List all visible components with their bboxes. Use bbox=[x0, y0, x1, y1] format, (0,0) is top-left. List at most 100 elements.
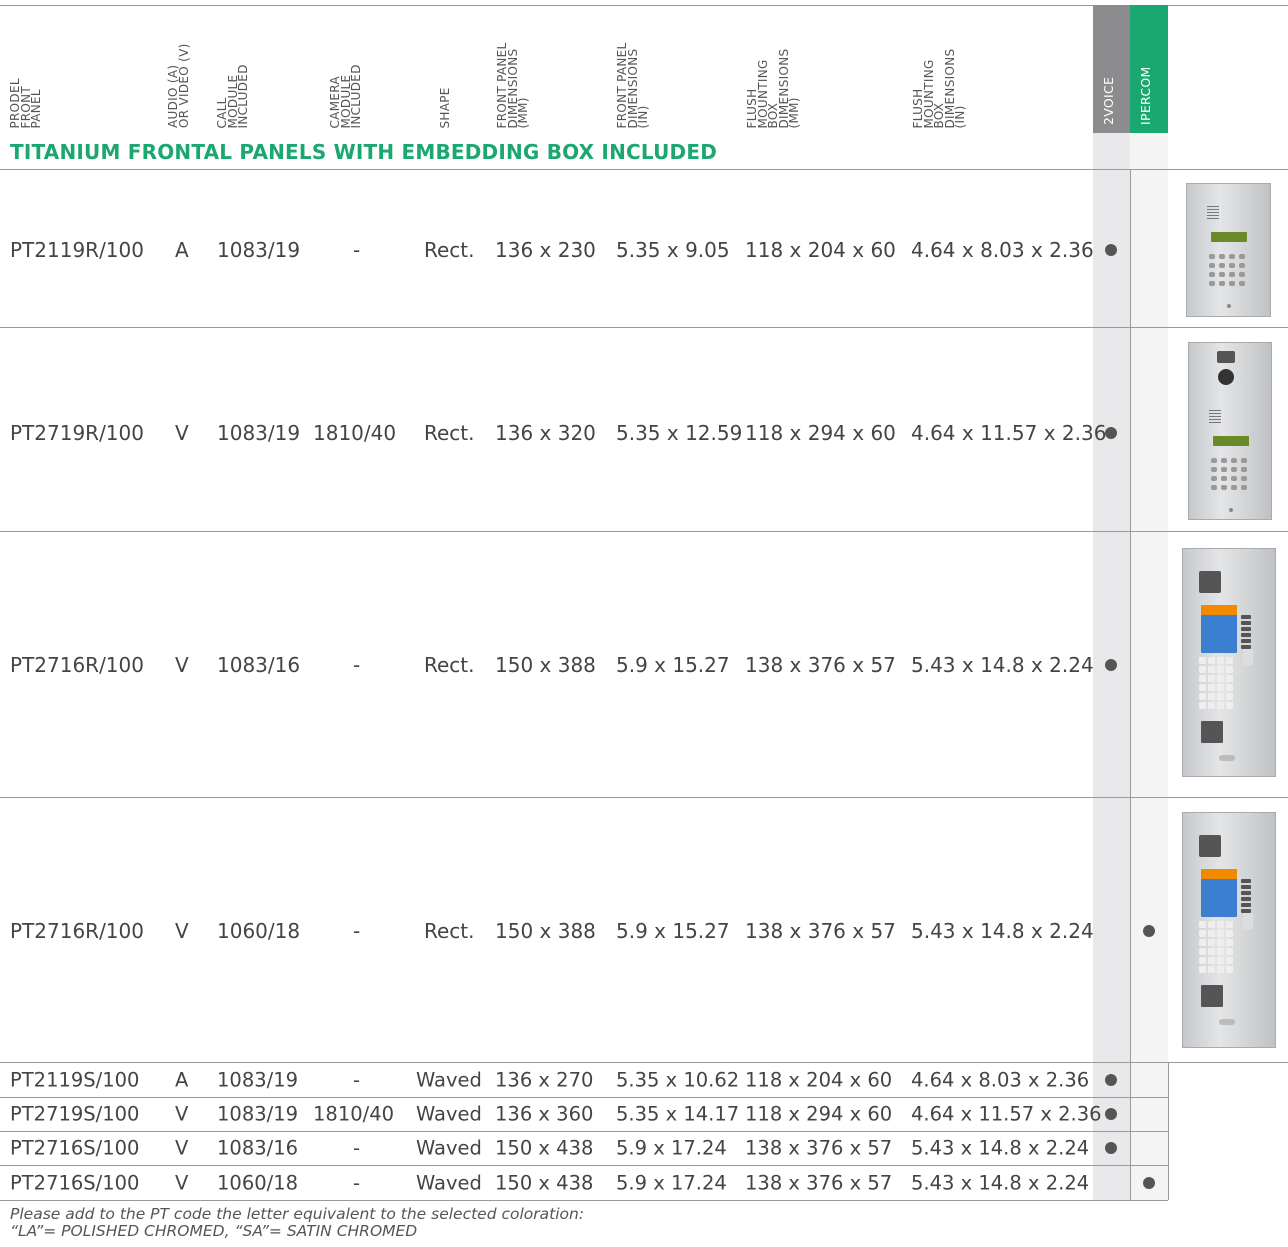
panel-detail bbox=[1217, 948, 1224, 955]
panel-detail bbox=[1199, 939, 1206, 946]
divider bbox=[0, 1097, 1168, 1098]
panel-audio-keypad-image bbox=[1186, 183, 1271, 317]
cell-call-module: 1083/16 bbox=[217, 653, 301, 677]
panel-detail bbox=[1221, 467, 1227, 472]
cell-shape: Waved bbox=[416, 1136, 482, 1160]
cell-call-module: 1083/19 bbox=[217, 1102, 299, 1126]
panel-detail bbox=[1208, 657, 1215, 664]
cell-camera-module: - bbox=[353, 653, 361, 677]
cell-camera-module: - bbox=[353, 1171, 361, 1195]
panel-detail bbox=[1199, 957, 1206, 964]
panel-detail bbox=[1217, 939, 1224, 946]
panel-detail bbox=[1221, 485, 1227, 490]
cell-front-mm: 150 x 438 bbox=[495, 1136, 594, 1160]
cell-camera-module: - bbox=[353, 1068, 361, 1092]
panel-detail bbox=[1241, 879, 1251, 883]
cell-model: PT2716R/100 bbox=[10, 919, 144, 943]
panel-detail bbox=[1217, 693, 1224, 700]
panel-detail bbox=[1217, 351, 1235, 363]
panel-detail bbox=[1231, 476, 1237, 481]
divider bbox=[0, 797, 1288, 798]
cell-box-in: 5.43 x 14.8 x 2.24 bbox=[911, 919, 1094, 943]
panel-detail bbox=[1208, 939, 1215, 946]
panel-detail bbox=[1209, 410, 1221, 411]
panel-detail bbox=[1207, 218, 1219, 219]
cell-front-in: 5.9 x 15.27 bbox=[616, 653, 730, 677]
cell-model: PT2716S/100 bbox=[10, 1136, 140, 1160]
availability-ipercom-dot bbox=[1143, 925, 1155, 937]
panel-detail bbox=[1241, 615, 1251, 619]
panel-detail bbox=[1199, 657, 1206, 664]
header-2voice: 2VOICE bbox=[1093, 5, 1130, 133]
panel-detail bbox=[1217, 684, 1224, 691]
panel-detail bbox=[1241, 627, 1251, 631]
cell-shape: Rect. bbox=[424, 421, 475, 445]
divider bbox=[0, 169, 1288, 170]
panel-detail bbox=[1208, 921, 1215, 928]
availability-2voice-dot bbox=[1105, 427, 1117, 439]
panel-detail bbox=[1209, 419, 1221, 420]
cell-front-mm: 136 x 270 bbox=[495, 1068, 594, 1092]
panel-video-display-image bbox=[1182, 548, 1276, 777]
cell-front-mm: 136 x 230 bbox=[495, 238, 596, 262]
panel-detail bbox=[1231, 458, 1237, 463]
cell-front-in: 5.9 x 17.24 bbox=[616, 1171, 727, 1195]
cell-audio-video: V bbox=[175, 421, 189, 445]
panel-detail bbox=[1227, 304, 1231, 308]
cell-front-mm: 150 x 388 bbox=[495, 653, 596, 677]
cell-camera-module: - bbox=[353, 1136, 361, 1160]
panel-detail bbox=[1201, 869, 1237, 879]
panel-detail bbox=[1241, 621, 1251, 625]
panel-detail bbox=[1201, 605, 1237, 615]
cell-shape: Rect. bbox=[424, 919, 475, 943]
cell-model: PT2719S/100 bbox=[10, 1102, 140, 1126]
panel-detail bbox=[1208, 966, 1215, 973]
panel-detail bbox=[1239, 263, 1245, 268]
cell-model: PT2119R/100 bbox=[10, 238, 144, 262]
cell-front-in: 5.9 x 15.27 bbox=[616, 919, 730, 943]
panel-detail bbox=[1217, 957, 1224, 964]
panel-detail bbox=[1239, 272, 1245, 277]
availability-2voice-dot bbox=[1105, 1074, 1117, 1086]
panel-detail bbox=[1199, 835, 1221, 857]
panel-detail bbox=[1207, 212, 1219, 213]
panel-detail bbox=[1217, 702, 1224, 709]
cell-call-module: 1060/18 bbox=[217, 919, 301, 943]
panel-detail bbox=[1209, 281, 1215, 286]
panel-detail bbox=[1213, 436, 1249, 446]
panel-detail bbox=[1226, 657, 1233, 664]
panel-detail bbox=[1219, 281, 1225, 286]
panel-detail bbox=[1239, 254, 1245, 259]
panel-detail bbox=[1229, 263, 1235, 268]
panel-detail bbox=[1226, 948, 1233, 955]
cell-audio-video: V bbox=[175, 1136, 189, 1160]
panel-detail bbox=[1217, 657, 1224, 664]
cell-camera-module: - bbox=[353, 919, 361, 943]
panel-detail bbox=[1207, 215, 1219, 216]
panel-detail bbox=[1209, 263, 1215, 268]
panel-detail bbox=[1208, 666, 1215, 673]
panel-detail bbox=[1208, 957, 1215, 964]
panel-detail bbox=[1208, 693, 1215, 700]
panel-detail bbox=[1241, 891, 1251, 895]
panel-detail bbox=[1239, 281, 1245, 286]
cell-front-mm: 150 x 388 bbox=[495, 919, 596, 943]
panel-detail bbox=[1219, 254, 1225, 259]
cell-shape: Waved bbox=[416, 1068, 482, 1092]
panel-detail bbox=[1208, 948, 1215, 955]
panel-detail bbox=[1199, 966, 1206, 973]
panel-detail bbox=[1211, 467, 1217, 472]
panel-detail bbox=[1226, 702, 1233, 709]
cell-box-mm: 118 x 204 x 60 bbox=[745, 238, 896, 262]
cell-front-mm: 136 x 360 bbox=[495, 1102, 594, 1126]
panel-detail bbox=[1211, 232, 1247, 242]
panel-detail bbox=[1229, 272, 1235, 277]
panel-detail bbox=[1199, 921, 1206, 928]
cell-box-in: 4.64 x 8.03 x 2.36 bbox=[911, 1068, 1090, 1092]
panel-detail bbox=[1211, 476, 1217, 481]
cell-box-mm: 138 x 376 x 57 bbox=[745, 1171, 893, 1195]
panel-detail bbox=[1217, 666, 1224, 673]
panel-detail bbox=[1208, 684, 1215, 691]
cell-model: PT2716S/100 bbox=[10, 1171, 140, 1195]
panel-detail bbox=[1243, 649, 1253, 665]
